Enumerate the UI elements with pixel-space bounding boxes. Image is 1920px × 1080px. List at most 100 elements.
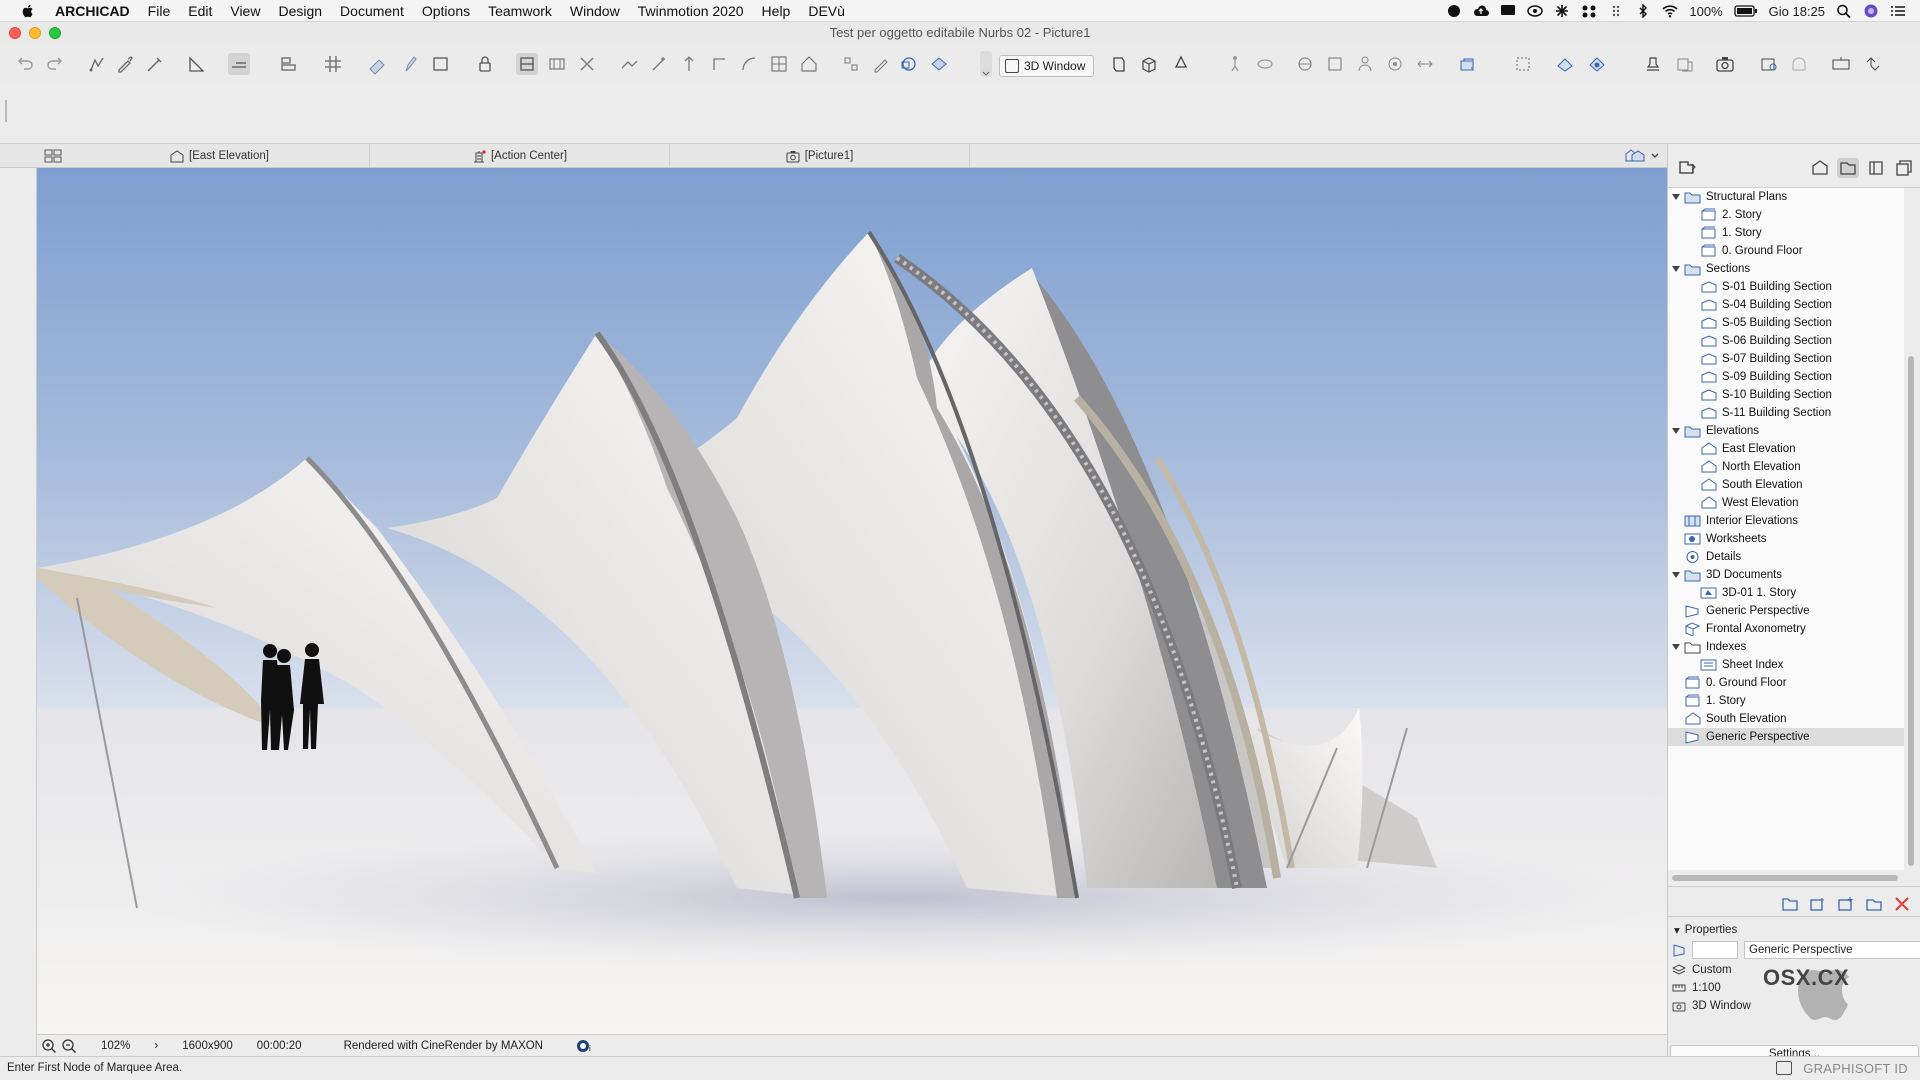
zoom-in-icon[interactable] (41, 1038, 57, 1054)
tree-item[interactable]: Structural Plans (1668, 188, 1904, 206)
menu-twinmotion[interactable]: Twinmotion 2020 (629, 0, 753, 22)
navigator-map-icon[interactable] (1676, 158, 1698, 178)
split-icon[interactable] (618, 53, 640, 75)
measure-icon[interactable] (186, 53, 208, 75)
zoom-fit-icon[interactable] (1324, 53, 1346, 75)
display-icon[interactable] (1500, 4, 1516, 18)
moon-icon[interactable] (1446, 4, 1462, 18)
info-box-handle[interactable] (5, 100, 7, 122)
render-settings-icon[interactable] (1758, 53, 1780, 75)
lock-icon[interactable] (474, 53, 496, 75)
explode-icon[interactable] (840, 53, 862, 75)
tree-item[interactable]: South Elevation (1668, 710, 1904, 728)
clock[interactable]: Gio 18:25 (1769, 4, 1825, 19)
tree-item[interactable]: Sections (1668, 260, 1904, 278)
toolbar-overflow-icon[interactable] (980, 51, 992, 77)
sync-icon[interactable] (1862, 53, 1884, 75)
tree-item[interactable]: S-09 Building Section (1668, 368, 1904, 386)
layer-combination-value[interactable]: Custom (1692, 964, 1732, 976)
menu-view[interactable]: View (221, 0, 269, 22)
roof-icon[interactable] (798, 53, 820, 75)
orbit-icon[interactable] (1170, 53, 1192, 75)
tree-item[interactable]: S-01 Building Section (1668, 278, 1904, 296)
publish-icon[interactable] (1674, 53, 1696, 75)
undo-icon[interactable] (14, 53, 36, 75)
tab-overview-grid-icon[interactable] (44, 149, 62, 163)
disclosure-triangle-icon[interactable] (1672, 265, 1680, 273)
delete-view-icon[interactable] (1892, 895, 1912, 913)
menu-devu[interactable]: DEVù (799, 0, 854, 22)
corner-icon[interactable] (708, 53, 730, 75)
properties-header[interactable]: ▾ Properties (1674, 923, 1737, 937)
tree-item[interactable]: Worksheets (1668, 530, 1904, 548)
publisher-sets-icon[interactable] (1893, 158, 1915, 178)
web-icon[interactable] (898, 53, 920, 75)
disclosure-triangle-icon[interactable] (1672, 427, 1680, 435)
syringe-icon[interactable] (144, 53, 166, 75)
sun-icon[interactable] (928, 53, 950, 75)
pet-palette-icon[interactable] (86, 53, 108, 75)
view-map-icon[interactable] (1837, 158, 1859, 178)
bluetooth-icon[interactable] (1635, 4, 1651, 18)
tree-item[interactable]: 1. Story (1668, 692, 1904, 710)
person-icon[interactable] (1354, 53, 1376, 75)
tree-item[interactable]: Indexes (1668, 638, 1904, 656)
redo-icon[interactable] (44, 53, 66, 75)
save-view-icon[interactable] (1836, 895, 1856, 913)
diamond-icon[interactable] (1554, 53, 1576, 75)
menu-help[interactable]: Help (753, 0, 800, 22)
explore-icon[interactable] (1254, 53, 1276, 75)
tree-item[interactable]: S-06 Building Section (1668, 332, 1904, 350)
tree-item[interactable]: S-10 Building Section (1668, 386, 1904, 404)
trace-icon[interactable] (516, 53, 538, 75)
dome-icon[interactable] (1788, 53, 1810, 75)
menu-design[interactable]: Design (269, 0, 331, 22)
menu-app-name[interactable]: ARCHICAD (46, 0, 139, 22)
tree-item[interactable]: Frontal Axonometry (1668, 620, 1904, 638)
tree-item[interactable]: S-07 Building Section (1668, 350, 1904, 368)
zoom-menu-chevron-icon[interactable]: › (142, 1040, 170, 1052)
menu-teamwork[interactable]: Teamwork (479, 0, 561, 22)
wifi-icon[interactable] (1662, 4, 1678, 18)
zoom-out-icon[interactable] (61, 1038, 77, 1054)
spotlight-search-icon[interactable] (1836, 4, 1852, 18)
clone-folder-icon[interactable] (1808, 895, 1828, 913)
dimension-icon[interactable] (546, 53, 568, 75)
view-id-field[interactable] (1692, 941, 1738, 959)
tree-item[interactable]: 2. Story (1668, 206, 1904, 224)
guideline-icon[interactable] (228, 53, 250, 75)
menu-file[interactable]: File (139, 0, 180, 22)
tree-item[interactable]: West Elevation (1668, 494, 1904, 512)
diamond2-icon[interactable] (1586, 53, 1608, 75)
tree-item[interactable]: S-11 Building Section (1668, 404, 1904, 422)
grid-app-icon[interactable] (1581, 4, 1597, 18)
layer-combo-icon[interactable] (1456, 53, 1478, 75)
pencil-icon[interactable] (400, 53, 422, 75)
tree-item[interactable]: South Elevation (1668, 476, 1904, 494)
tree-item[interactable]: Generic Perspective (1668, 728, 1904, 746)
tree-item[interactable]: S-05 Building Section (1668, 314, 1904, 332)
walk-icon[interactable] (1224, 53, 1246, 75)
move-item-icon[interactable] (1864, 895, 1884, 913)
grid-snap-icon[interactable] (322, 53, 344, 75)
tree-item[interactable]: Details (1668, 548, 1904, 566)
battery-icon[interactable] (1733, 4, 1758, 18)
new-folder-icon[interactable] (1780, 895, 1800, 913)
tree-item[interactable]: 3D Documents (1668, 566, 1904, 584)
cinerender-logo-icon[interactable]: i (575, 1038, 591, 1054)
target-icon[interactable] (1384, 53, 1406, 75)
menu-edit[interactable]: Edit (179, 0, 221, 22)
cross-icon[interactable] (576, 53, 598, 75)
disclosure-triangle-icon[interactable] (1672, 643, 1680, 651)
disclosure-triangle-icon[interactable] (1672, 571, 1680, 579)
layout-book-icon[interactable] (1865, 158, 1887, 178)
eyedropper-icon[interactable] (114, 53, 136, 75)
stamp-icon[interactable] (1642, 53, 1664, 75)
project-map-icon[interactable] (1809, 158, 1831, 178)
tree-item[interactable]: Generic Perspective (1668, 602, 1904, 620)
notification-center-icon[interactable] (1890, 4, 1906, 18)
rectangle-icon[interactable] (430, 53, 452, 75)
menu-window[interactable]: Window (561, 0, 629, 22)
filter-icon[interactable] (1294, 53, 1316, 75)
window-layout-icon[interactable] (1776, 1061, 1792, 1075)
